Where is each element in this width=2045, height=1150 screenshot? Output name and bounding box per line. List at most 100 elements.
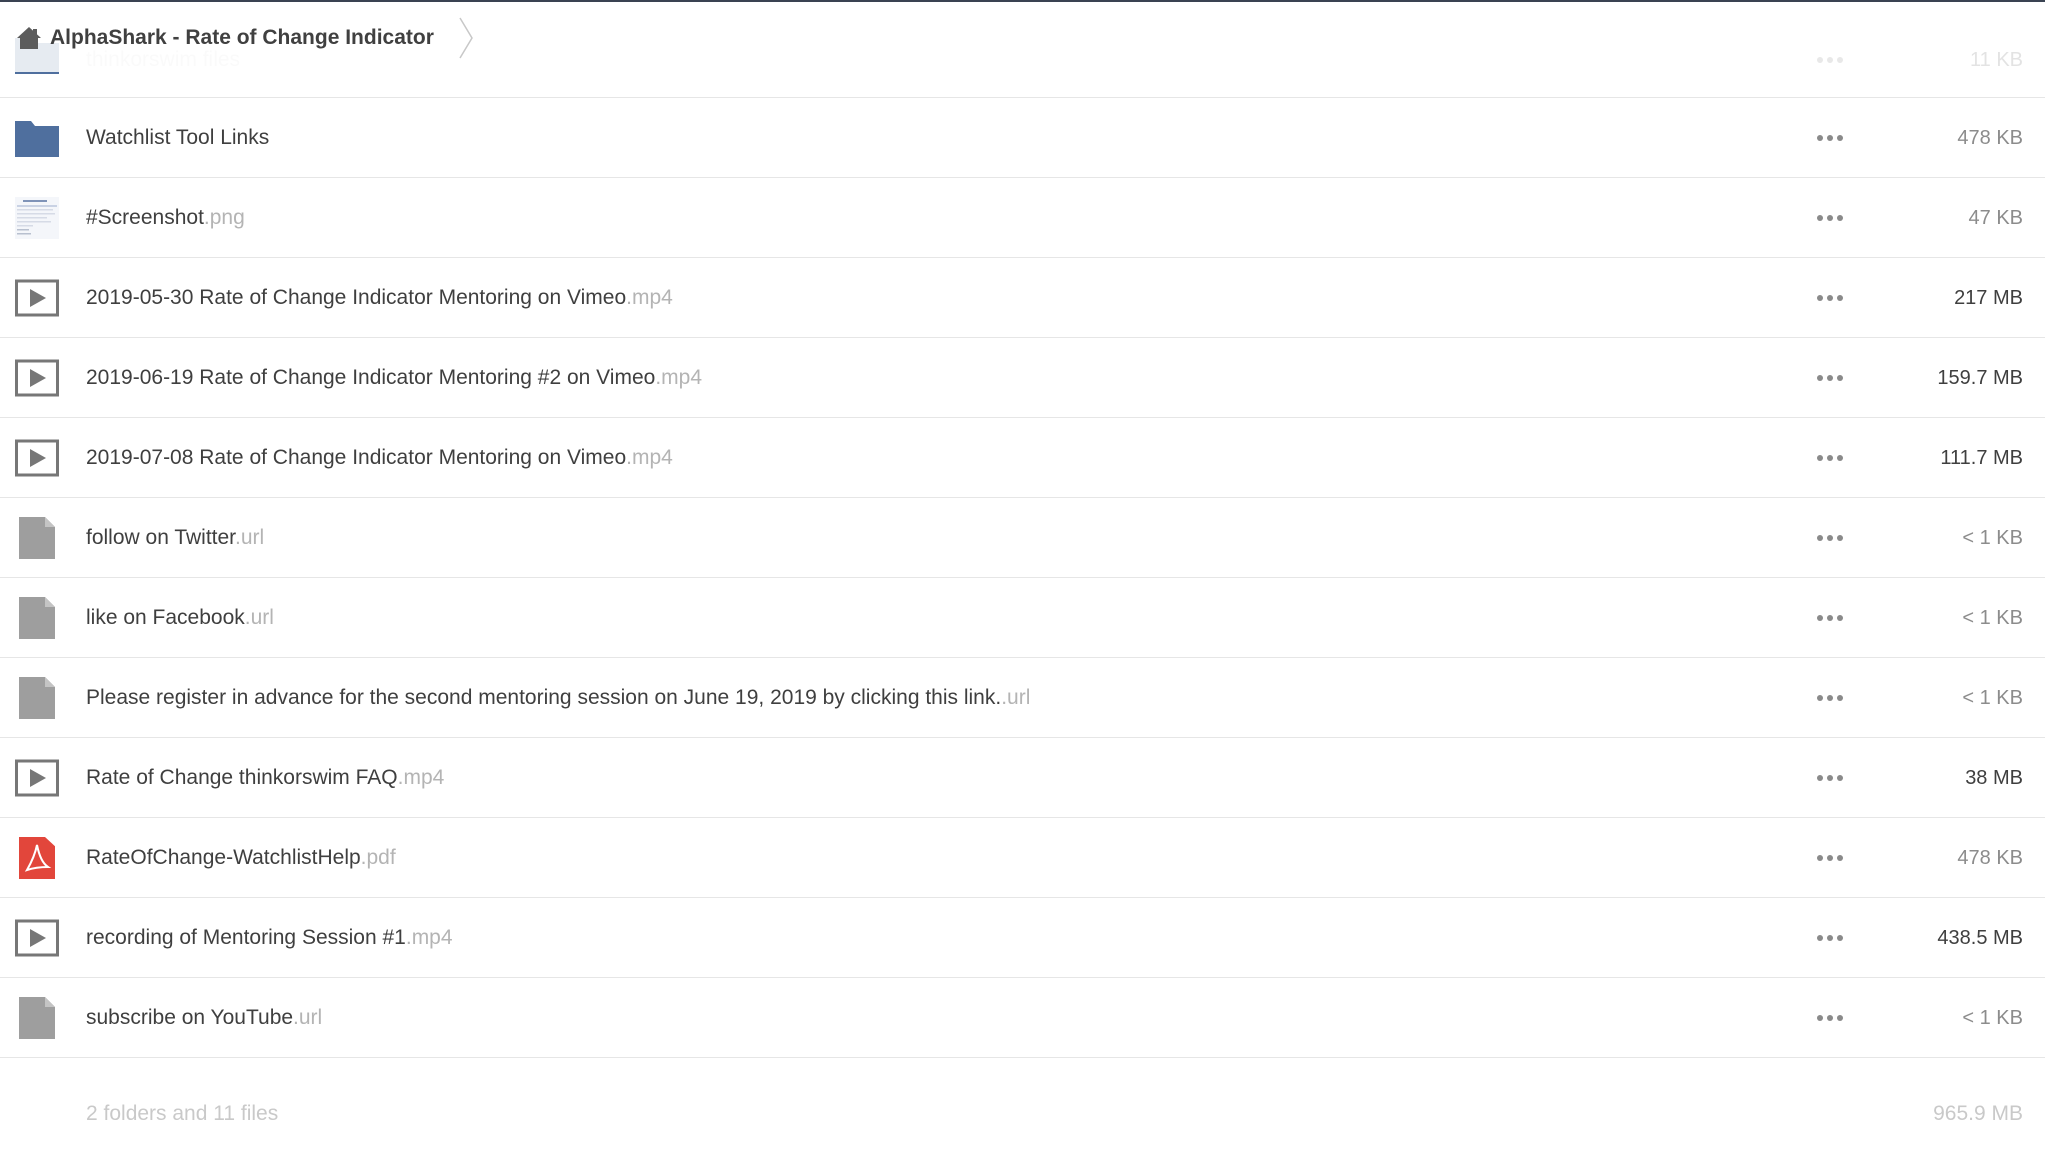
file-icon [19,997,55,1039]
file-name-base: RateOfChange-WatchlistHelp [86,846,361,869]
file-name[interactable]: Rate of Change thinkorswim FAQ.mp4 [86,738,444,818]
video-icon [15,279,59,317]
more-options-dot [1817,775,1823,781]
more-options-dot [1837,135,1843,141]
file-extension: .mp4 [405,926,453,949]
file-browser-page: thinkorswim files11 KBWatchlist Tool Lin… [0,0,2045,1150]
more-options-icon[interactable] [1813,284,1847,312]
file-icon [19,597,55,639]
more-options-dot [1827,855,1833,861]
more-options-icon[interactable] [1813,844,1847,872]
more-options-dot [1817,615,1823,621]
more-options-icon[interactable] [1813,444,1847,472]
more-options-dot [1817,295,1823,301]
file-extension: .url [235,526,265,549]
more-options-dot [1827,295,1833,301]
more-options-dot [1817,695,1823,701]
more-options-dot [1827,215,1833,221]
more-options-dot [1817,535,1823,541]
file-size: < 1 KB [1962,687,2023,709]
file-name[interactable]: 2019-05-30 Rate of Change Indicator Ment… [86,258,673,338]
video-icon [15,359,59,397]
file-row[interactable]: RateOfChange-WatchlistHelp.pdf 478 KB [0,818,2045,898]
file-row[interactable]: follow on Twitter.url < 1 KB [0,498,2045,578]
more-options-icon[interactable] [1813,364,1847,392]
file-row[interactable]: recording of Mentoring Session #1.mp4 438… [0,898,2045,978]
file-row[interactable]: Please register in advance for the secon… [0,658,2045,738]
file-row[interactable]: 2019-06-19 Rate of Change Indicator Ment… [0,338,2045,418]
file-size: < 1 KB [1962,607,2023,629]
more-options-icon[interactable] [1813,684,1847,712]
file-extension: .mp4 [397,766,445,789]
home-icon[interactable] [16,26,42,50]
more-options-icon[interactable] [1813,924,1847,952]
file-row[interactable]: Watchlist Tool Links 478 KB [0,98,2045,178]
file-name[interactable]: RateOfChange-WatchlistHelp.pdf [86,818,396,898]
more-options-dot [1837,455,1843,461]
more-options-dot [1837,935,1843,941]
file-name-base: 2019-07-08 Rate of Change Indicator Ment… [86,446,627,469]
more-options-dot [1827,935,1833,941]
more-options-dot [1817,455,1823,461]
file-name-base: 2019-06-19 Rate of Change Indicator Ment… [86,366,656,389]
breadcrumb-current-folder[interactable]: AlphaShark - Rate of Change Indicator [50,26,434,50]
file-size: 217 MB [1954,287,2023,309]
more-options-dot [1817,375,1823,381]
more-options-dot [1827,535,1833,541]
file-name[interactable]: Please register in advance for the secon… [86,658,1030,738]
file-name-base: like on Facebook [86,606,245,629]
breadcrumb: AlphaShark - Rate of Change Indicator [0,4,496,72]
file-row[interactable]: Rate of Change thinkorswim FAQ.mp4 38 MB [0,738,2045,818]
file-name-base: Please register in advance for the secon… [86,686,1002,709]
file-row[interactable]: like on Facebook.url < 1 KB [0,578,2045,658]
more-options-dot [1837,775,1843,781]
file-size: 438.5 MB [1937,927,2023,949]
more-options-dot [1837,57,1843,63]
file-size: 47 KB [1968,207,2023,229]
more-options-dot [1837,855,1843,861]
chevron-right-icon [459,17,473,59]
file-row[interactable]: 2019-05-30 Rate of Change Indicator Ment… [0,258,2045,338]
file-name-base: subscribe on YouTube [86,1006,294,1029]
file-name-base: Watchlist Tool Links [86,126,270,149]
file-name[interactable]: Watchlist Tool Links [86,98,269,178]
file-extension: .png [203,206,245,229]
video-icon [15,919,59,957]
more-options-dot [1827,1015,1833,1021]
total-size: 965.9 MB [1933,1102,2023,1125]
more-options-icon[interactable] [1813,604,1847,632]
more-options-dot [1837,375,1843,381]
more-options-icon[interactable] [1813,124,1847,152]
more-options-dot [1817,57,1823,63]
more-options-dot [1837,615,1843,621]
file-list-footer: 2 folders and 11 files 965.9 MB [0,1068,2045,1150]
file-name[interactable]: follow on Twitter.url [86,498,264,578]
file-size: < 1 KB [1962,527,2023,549]
file-name[interactable]: subscribe on YouTube.url [86,978,322,1058]
more-options-icon[interactable] [1813,524,1847,552]
file-row[interactable]: 2019-07-08 Rate of Change Indicator Ment… [0,418,2045,498]
file-name[interactable]: 2019-06-19 Rate of Change Indicator Ment… [86,338,702,418]
file-name-base: 2019-05-30 Rate of Change Indicator Ment… [86,286,627,309]
file-name[interactable]: #Screenshot.png [86,178,245,258]
video-icon [15,759,59,797]
more-options-dot [1827,375,1833,381]
more-options-dot [1817,1015,1823,1021]
file-name[interactable]: recording of Mentoring Session #1.mp4 [86,898,453,978]
more-options-icon[interactable] [1813,1004,1847,1032]
file-name[interactable]: like on Facebook.url [86,578,274,658]
file-row[interactable]: #Screenshot.png 47 KB [0,178,2045,258]
file-name-base: recording of Mentoring Session #1 [86,926,406,949]
file-size: 478 KB [1957,127,2023,149]
more-options-icon[interactable] [1813,204,1847,232]
file-size: 11 KB [1970,49,2023,71]
more-options-icon[interactable] [1813,46,1847,74]
file-icon [19,517,55,559]
file-list: thinkorswim files11 KBWatchlist Tool Lin… [0,2,2045,1058]
file-row[interactable]: subscribe on YouTube.url < 1 KB [0,978,2045,1058]
file-name[interactable]: 2019-07-08 Rate of Change Indicator Ment… [86,418,673,498]
file-extension: .mp4 [626,286,673,309]
file-size: < 1 KB [1962,1007,2023,1029]
file-extension: .mp4 [655,366,703,389]
more-options-icon[interactable] [1813,764,1847,792]
